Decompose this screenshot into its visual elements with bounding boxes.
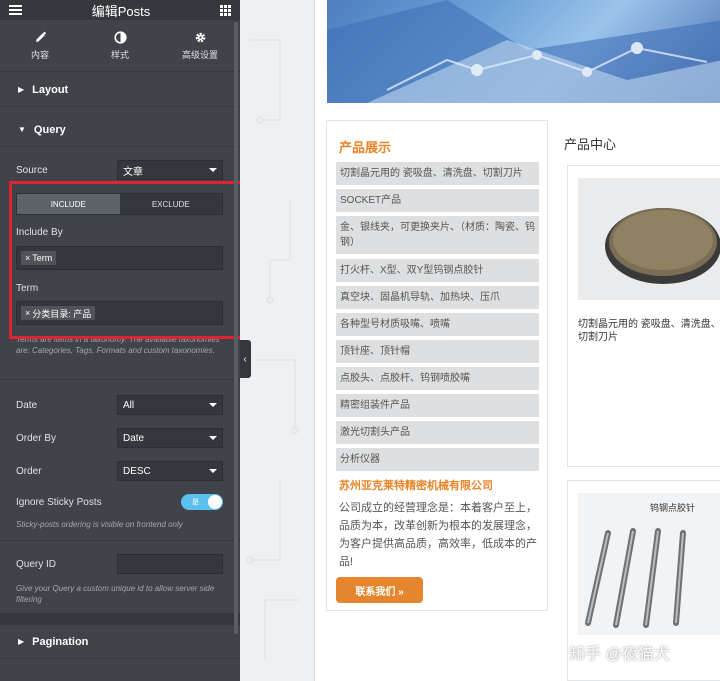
- source-select[interactable]: 文章: [117, 160, 223, 180]
- category-item[interactable]: 真空块、固晶机导轨、加热块、压爪: [336, 286, 539, 309]
- product-image: 钨钢点胶针: [578, 493, 720, 635]
- source-label: Source: [16, 164, 48, 176]
- section-query[interactable]: ▼ Query: [0, 113, 240, 147]
- source-control: Source 文章: [16, 160, 223, 180]
- separator: [0, 540, 240, 541]
- order-select[interactable]: DESC: [117, 461, 223, 481]
- editor-panel: 编辑Posts 内容 样式 高级设置 ▶ Layout ▼ Query Sour…: [0, 0, 240, 681]
- sticky-toggle[interactable]: 是: [181, 494, 223, 510]
- order-by-value: Date: [123, 432, 145, 444]
- panel-collapse-handle[interactable]: ‹: [240, 340, 251, 378]
- banner-image: [327, 0, 720, 103]
- editor-title: 编辑Posts: [91, 3, 151, 19]
- query-id-help-text: Give your Query a custom unique id to al…: [16, 584, 215, 604]
- products-heading: 产品中心: [564, 137, 617, 152]
- contact-button[interactable]: 联系我们 »: [336, 577, 423, 603]
- section-pagination-label: Pagination: [32, 635, 89, 648]
- caret-down-icon: [209, 403, 217, 407]
- vacuum-chuck-graphic: [578, 178, 720, 300]
- date-value: All: [123, 399, 135, 411]
- product-sidebar: 产品展示 切割晶元用的 瓷吸盘、清洗盘、切割刀片 SOCKET产品 金、银线夹，…: [326, 120, 548, 611]
- order-control: Order DESC: [16, 461, 223, 481]
- order-label: Order: [16, 465, 42, 477]
- tab-advanced-label: 高级设置: [181, 50, 218, 60]
- order-by-select[interactable]: Date: [117, 428, 223, 448]
- watermark: 知乎 @夜猫犬: [569, 646, 670, 663]
- tab-content[interactable]: 内容: [0, 20, 80, 71]
- product-image-label: 钨钢点胶针: [650, 503, 696, 513]
- date-label: Date: [16, 399, 38, 411]
- half-circle-icon: [113, 30, 127, 44]
- chevron-right-icon: ▶: [18, 637, 25, 646]
- apps-grid-icon[interactable]: [219, 4, 231, 16]
- query-id-label: Query ID: [16, 558, 57, 570]
- order-value: DESC: [123, 465, 151, 477]
- gear-icon: [193, 30, 207, 44]
- product-card[interactable]: 切割晶元用的 瓷吸盘、清洗盘、切割刀片: [567, 165, 720, 467]
- toggle-knob: [208, 495, 222, 509]
- panel-divider: [0, 613, 240, 625]
- order-by-label: Order By: [16, 432, 57, 444]
- chevron-down-icon: ▼: [18, 125, 26, 134]
- section-query-label: Query: [33, 123, 66, 136]
- category-item[interactable]: 打火杆、X型、双Y型钨钢点胶针: [336, 259, 539, 282]
- circuit-board-graphic: [327, 0, 720, 103]
- caret-down-icon: [209, 469, 217, 473]
- company-about: 公司成立的经营理念是：本着客户至上，品质为本，改革创新为根本的发展理念，为客户提…: [339, 502, 537, 568]
- dispensing-needles-graphic: [585, 528, 686, 628]
- query-id-control: Query ID: [16, 554, 223, 574]
- menu-icon[interactable]: [9, 5, 22, 15]
- source-value: 文章: [123, 166, 143, 178]
- preview-background: [240, 0, 316, 681]
- caret-down-icon: [209, 436, 217, 440]
- tab-style-label: 样式: [110, 50, 129, 60]
- page-canvas: 产品展示 切割晶元用的 瓷吸盘、清洗盘、切割刀片 SOCKET产品 金、银线夹，…: [314, 0, 720, 681]
- company-name: 苏州亚克莱特精密机械有限公司: [339, 480, 493, 492]
- caret-down-icon: [209, 168, 217, 172]
- chevron-right-icon: ▶: [18, 85, 25, 94]
- section-pagination[interactable]: ▶ Pagination: [0, 625, 240, 659]
- order-by-control: Order By Date: [16, 428, 223, 448]
- tab-style[interactable]: 样式: [80, 20, 160, 71]
- category-item[interactable]: 点胶头、点胶杆、钨钢喷胶嘴: [336, 367, 539, 390]
- tab-advanced[interactable]: 高级设置: [160, 20, 240, 71]
- panel-scrollbar[interactable]: [234, 22, 238, 634]
- editor-topbar: 编辑Posts: [0, 0, 240, 20]
- circuit-pattern: [246, 39, 300, 660]
- section-layout-label: Layout: [32, 83, 69, 96]
- category-item[interactable]: 顶针座、顶针帽: [336, 340, 539, 363]
- tab-content-label: 内容: [30, 50, 49, 60]
- category-item[interactable]: SOCKET产品: [336, 189, 539, 212]
- sticky-toggle-text: 是: [192, 499, 199, 506]
- product-title[interactable]: 切割晶元用的 瓷吸盘、清洗盘、切割刀片: [578, 318, 720, 344]
- category-item[interactable]: 分析仪器: [336, 448, 539, 471]
- sticky-label: Ignore Sticky Posts: [16, 496, 102, 508]
- query-id-input[interactable]: [117, 554, 223, 574]
- category-item[interactable]: 激光切割头产品: [336, 421, 539, 444]
- category-item[interactable]: 金、银线夹，可更换夹片、（材质：陶瓷、钨钢）: [336, 216, 539, 254]
- category-item[interactable]: 精密组装件产品: [336, 394, 539, 417]
- category-item[interactable]: 切割晶元用的 瓷吸盘、清洗盘、切割刀片: [336, 162, 539, 185]
- date-select[interactable]: All: [117, 395, 223, 415]
- category-item[interactable]: 各种型号材质吸嘴、喷嘴: [336, 313, 539, 336]
- highlight-box: [9, 181, 240, 339]
- pencil-icon: [33, 30, 47, 44]
- separator: [0, 379, 240, 380]
- section-layout[interactable]: ▶ Layout: [0, 73, 240, 107]
- sidebar-title: 产品展示: [339, 140, 392, 155]
- editor-tabs: 内容 样式 高级设置: [0, 20, 240, 72]
- chevron-left-icon: ‹: [243, 353, 247, 365]
- date-control: Date All: [16, 395, 223, 415]
- sticky-control: Ignore Sticky Posts 是: [16, 494, 223, 510]
- product-image: [578, 178, 720, 300]
- page-preview: ‹ 产品展示 切割晶元用的 瓷吸盘、清洗盘、切割刀片 SOCKET产品 金、银线…: [240, 0, 720, 681]
- sticky-help-text: Sticky-posts ordering is visible on fron…: [16, 520, 183, 529]
